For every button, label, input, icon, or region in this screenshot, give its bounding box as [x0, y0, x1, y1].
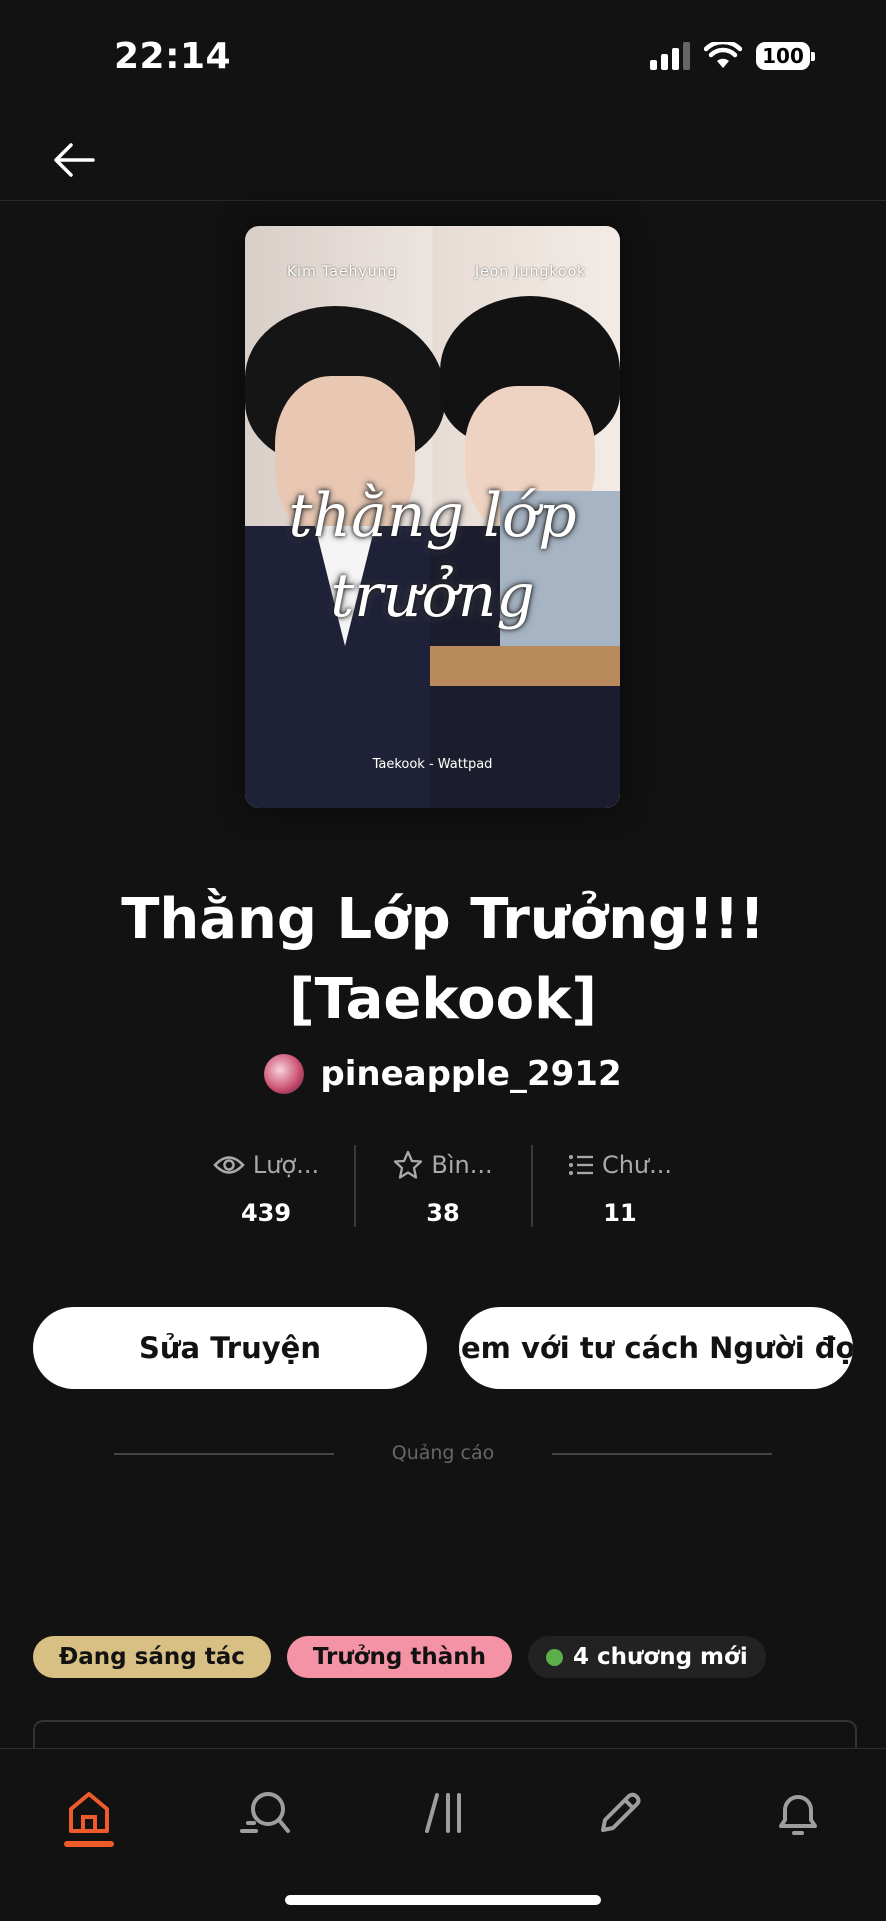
- status-bar: 22:14 100: [0, 0, 886, 120]
- cellular-signal-icon: [650, 42, 690, 70]
- home-indicator: [285, 1895, 601, 1905]
- cover-desk: [430, 646, 620, 686]
- tag-new-chapters: 4 chương mới: [528, 1636, 766, 1678]
- star-icon: [394, 1150, 423, 1179]
- ad-divider: Quảng cáo: [0, 1440, 886, 1470]
- top-bar: [0, 120, 886, 201]
- bottom-navigation: [0, 1748, 886, 1921]
- stat-parts-value: 11: [603, 1199, 637, 1227]
- arrow-left-icon: [54, 143, 95, 177]
- search-icon: [240, 1792, 290, 1833]
- author-row[interactable]: pineapple_2912: [0, 1054, 886, 1094]
- stat-reads-value: 439: [240, 1199, 292, 1227]
- tag-status: Đang sáng tác: [33, 1636, 271, 1678]
- nav-active-indicator: [64, 1841, 114, 1847]
- stat-parts: Chư... 11: [530, 1145, 708, 1227]
- stat-reads-label: Lượ...: [252, 1151, 320, 1179]
- status-icons: 100: [650, 42, 815, 70]
- author-name: pineapple_2912: [320, 1054, 622, 1094]
- stat-votes-label: Bìn...: [431, 1151, 493, 1179]
- story-stats: Lượ... 439 Bìn... 38 Chư... 11: [0, 1145, 886, 1227]
- list-icon: [568, 1155, 593, 1175]
- nav-write[interactable]: [570, 1773, 670, 1853]
- status-time: 22:14: [114, 36, 232, 77]
- avatar: [264, 1054, 305, 1094]
- nav-notifications[interactable]: [748, 1773, 848, 1853]
- nav-library[interactable]: [393, 1773, 493, 1853]
- battery-icon: 100: [756, 42, 815, 70]
- home-icon: [69, 1792, 109, 1833]
- bell-icon: [779, 1795, 817, 1835]
- library-icon: [425, 1793, 461, 1833]
- story-cover-image[interactable]: Kim Taehyung Jeon Jungkook thằng lớp trư…: [245, 226, 620, 808]
- story-tags: Đang sáng tác Trưởng thành 4 chương mới: [33, 1636, 766, 1678]
- edit-story-button[interactable]: Sửa Truyện: [33, 1307, 427, 1389]
- cover-left-name: Kim Taehyung: [287, 264, 398, 280]
- story-title-line1: Thằng Lớp Trưởng!!!: [121, 887, 765, 952]
- cover-script-line2: trưởng: [330, 561, 535, 631]
- story-title-line2: [Taekook]: [289, 967, 597, 1032]
- pencil-icon: [601, 1792, 641, 1832]
- ad-line-right: [552, 1453, 772, 1455]
- cover-credit: Taekook - Wattpad: [372, 757, 493, 772]
- battery-level: 100: [762, 44, 804, 68]
- back-button[interactable]: [46, 136, 102, 184]
- stat-votes: Bìn... 38: [353, 1145, 531, 1227]
- cover-right-name: Jeon Jungkook: [475, 264, 587, 280]
- wifi-icon: [704, 42, 742, 68]
- cover-script-line1: thằng lớp: [288, 481, 577, 551]
- nav-search[interactable]: [215, 1773, 315, 1853]
- stat-reads: Lượ... 439: [179, 1145, 354, 1227]
- story-title: Thằng Lớp Trưởng!!! [Taekook]: [0, 880, 886, 1040]
- stat-votes-value: 38: [426, 1199, 460, 1227]
- stat-parts-label: Chư...: [601, 1151, 673, 1179]
- tag-new-chapters-label: 4 chương mới: [573, 1644, 748, 1670]
- new-dot-icon: [546, 1648, 564, 1666]
- view-as-reader-button[interactable]: Xem với tư cách Người đọc: [459, 1307, 853, 1389]
- tag-mature: Trưởng thành: [286, 1636, 513, 1678]
- eye-icon: [213, 1156, 245, 1174]
